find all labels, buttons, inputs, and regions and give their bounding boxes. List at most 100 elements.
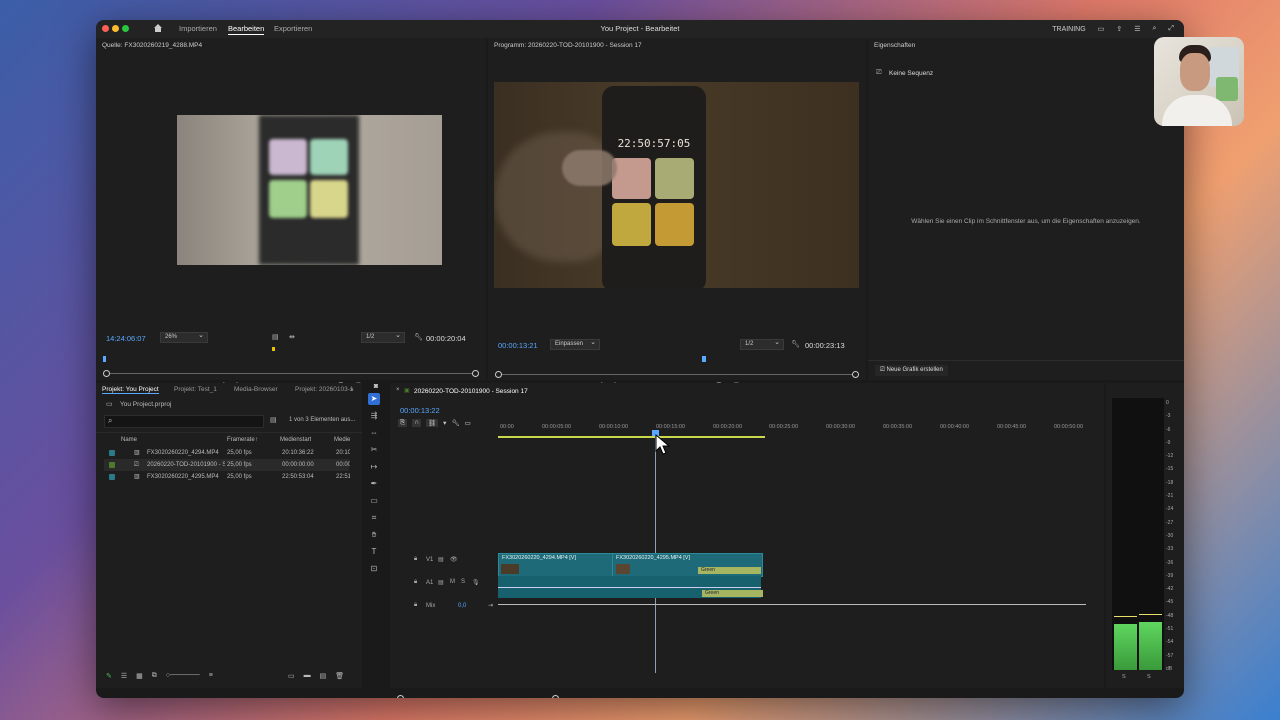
new-folder-icon[interactable]: ▬ bbox=[304, 672, 311, 680]
lock-icon[interactable]: 🔒︎ bbox=[414, 602, 417, 609]
workspace-label[interactable]: TRAINING bbox=[1052, 26, 1085, 33]
timeline-timecode[interactable]: 00:00:13:22 bbox=[400, 406, 440, 415]
sort-ascending-icon[interactable]: ↑ bbox=[255, 434, 258, 446]
mix-volume-value[interactable]: 0,0 bbox=[458, 603, 466, 609]
zoom-window-button[interactable] bbox=[122, 25, 129, 32]
delete-icon[interactable]: 🗑︎ bbox=[335, 672, 344, 680]
export-frame-icon[interactable]: ◙ bbox=[374, 383, 378, 391]
search-icon[interactable]: ⌕ bbox=[1152, 25, 1156, 33]
settings-wrench-icon[interactable]: 🔧︎ bbox=[414, 333, 423, 341]
share-icon[interactable]: ⇪ bbox=[1116, 25, 1122, 33]
tab-project-test[interactable]: Projekt: Test_1 bbox=[174, 386, 217, 393]
track-select-tool[interactable]: ⇶ bbox=[368, 410, 380, 422]
pencil-icon[interactable]: ✎ bbox=[106, 672, 112, 680]
close-sequence-icon[interactable]: × bbox=[396, 387, 400, 393]
sort-icon[interactable]: ≡ bbox=[209, 672, 213, 680]
freeform-view-icon[interactable]: ⧉ bbox=[152, 672, 157, 680]
insert-icon[interactable]: ⇹ bbox=[289, 333, 295, 341]
caption-tool[interactable]: ⊡ bbox=[368, 563, 380, 575]
crop-tool[interactable]: ⌗ bbox=[368, 512, 380, 524]
meter-scale-label: -57 bbox=[1166, 652, 1174, 659]
col-name[interactable]: Name bbox=[121, 434, 137, 446]
pen-tool[interactable]: ✒︎ bbox=[368, 478, 380, 490]
tab-project-you[interactable]: Projekt: You Project bbox=[102, 386, 159, 394]
col-medienstart[interactable]: Medienstart bbox=[280, 434, 311, 446]
track-label-v1[interactable]: V1 bbox=[426, 557, 433, 563]
meter-solo-left-button[interactable]: S bbox=[1122, 674, 1126, 680]
nest-icon[interactable]: ⎘ bbox=[398, 419, 408, 427]
ripple-edit-tool[interactable]: ⇔ bbox=[368, 427, 380, 439]
hand-tool[interactable]: ✋︎ bbox=[368, 529, 380, 541]
source-resolution-select[interactable]: 1/2 bbox=[361, 331, 405, 343]
fullscreen-icon[interactable]: ⤢ bbox=[1168, 25, 1174, 33]
lock-icon[interactable]: 🔒︎ bbox=[414, 579, 417, 586]
video-clip[interactable]: FX3020260220_4295.MP4 [V] Green bbox=[612, 553, 763, 577]
program-resolution-select[interactable]: 1/2 bbox=[740, 338, 784, 350]
video-clip[interactable]: FX3020260220_4294.MP4 [V] bbox=[498, 553, 614, 577]
rectangle-tool[interactable]: ▭ bbox=[368, 495, 380, 507]
effect-badge[interactable]: Green bbox=[698, 567, 761, 574]
microphone-icon[interactable]: 🎙︎ bbox=[472, 579, 480, 586]
timeline-settings-icon[interactable]: 🔧︎ bbox=[451, 419, 459, 427]
source-timecode[interactable]: 14:24:06:07 bbox=[106, 334, 146, 343]
sequence-tab[interactable]: 20260220-TOD-20101900 - Session 17 bbox=[414, 388, 528, 395]
snap-icon[interactable]: ∩ bbox=[412, 419, 421, 427]
list-view-icon[interactable]: ☰ bbox=[121, 672, 127, 680]
type-tool[interactable]: T bbox=[368, 546, 380, 558]
razor-tool[interactable]: ✂︎ bbox=[368, 444, 380, 456]
source-playhead-marker[interactable] bbox=[103, 356, 106, 362]
home-icon[interactable] bbox=[153, 23, 163, 33]
panel-layout-icon[interactable]: ▭ bbox=[1098, 25, 1105, 33]
minimize-window-button[interactable] bbox=[112, 25, 119, 32]
mute-icon[interactable]: M bbox=[450, 579, 455, 585]
audio-clip[interactable]: Green bbox=[498, 576, 763, 598]
program-scroll-bar[interactable] bbox=[495, 371, 859, 378]
menu-lines-icon[interactable]: ☰ bbox=[1134, 25, 1140, 33]
linked-selection-icon[interactable]: ⛓︎ bbox=[425, 419, 439, 427]
menu-importieren[interactable]: Importieren bbox=[179, 20, 217, 38]
icon-view-icon[interactable]: ▦ bbox=[136, 672, 143, 680]
tab-media-browser[interactable]: Media-Browser bbox=[234, 386, 278, 393]
col-framerate[interactable]: Framerate bbox=[227, 434, 255, 446]
project-row[interactable]: ▥ FX3020260220_4294.MP4 25,00 fps 20:10:… bbox=[104, 447, 350, 459]
zoom-slider[interactable]: ○────── bbox=[166, 672, 200, 680]
selection-tool[interactable]: ➤ bbox=[368, 393, 380, 405]
tab-project-2026[interactable]: Projekt: 20260103-1 bbox=[295, 386, 354, 393]
program-settings-wrench-icon[interactable]: 🔧︎ bbox=[791, 340, 800, 348]
track-label-a1[interactable]: A1 bbox=[426, 580, 433, 586]
source-scroll-bar[interactable] bbox=[103, 370, 479, 377]
sync-lock-icon[interactable]: ▤ bbox=[438, 556, 444, 563]
new-graphic-button[interactable]: ⎚ Neue Grafik erstellen bbox=[875, 365, 948, 376]
col-medienende[interactable]: Medie bbox=[334, 434, 350, 446]
sync-lock-icon[interactable]: ▤ bbox=[438, 579, 444, 586]
meter-solo-right-button[interactable]: S bbox=[1147, 674, 1151, 680]
go-to-end-icon[interactable]: ⇥ bbox=[488, 602, 493, 609]
more-tabs-icon[interactable]: » bbox=[350, 386, 354, 393]
project-row[interactable]: ▥ FX3020260220_4295.MP4 25,00 fps 22:50:… bbox=[104, 471, 350, 483]
solo-icon[interactable]: S bbox=[461, 579, 465, 585]
label-color-chip[interactable] bbox=[109, 450, 115, 456]
new-bin-icon[interactable]: ▤ bbox=[270, 416, 277, 424]
source-zoom-select[interactable]: 26% bbox=[160, 331, 208, 343]
lock-icon[interactable]: 🔒︎ bbox=[414, 556, 417, 563]
program-zoom-select[interactable]: Einpassen bbox=[550, 338, 600, 350]
bin-icon[interactable]: ▭ bbox=[288, 672, 295, 680]
timeline-playhead[interactable] bbox=[655, 430, 656, 673]
project-row[interactable]: ⎚ 20260220-TOD-20101900 - S 25,00 fps 00… bbox=[104, 459, 350, 471]
new-item-icon[interactable]: ▤ bbox=[320, 672, 327, 680]
program-timecode[interactable]: 00:00:13:21 bbox=[498, 341, 538, 350]
time-ruler[interactable]: 00:00 00:00:05:00 00:00:10:00 00:00:15:0… bbox=[500, 424, 1090, 436]
label-color-chip[interactable] bbox=[109, 462, 115, 468]
eye-icon[interactable]: 👁︎ bbox=[450, 556, 458, 563]
marker-icon[interactable]: ▤ bbox=[272, 333, 279, 341]
captions-icon[interactable]: ▭ bbox=[465, 419, 471, 427]
program-playhead-marker[interactable] bbox=[702, 356, 706, 362]
audio-effect-badge[interactable]: Green bbox=[702, 590, 763, 597]
project-search-input[interactable]: ⌕ bbox=[104, 415, 264, 428]
menu-bearbeiten[interactable]: Bearbeiten bbox=[228, 20, 265, 35]
label-color-chip[interactable] bbox=[109, 474, 115, 480]
close-window-button[interactable] bbox=[102, 25, 109, 32]
slip-tool[interactable]: ↦ bbox=[368, 461, 380, 473]
menu-exportieren[interactable]: Exportieren bbox=[274, 20, 312, 38]
add-marker-icon[interactable]: ▾ bbox=[443, 419, 446, 427]
